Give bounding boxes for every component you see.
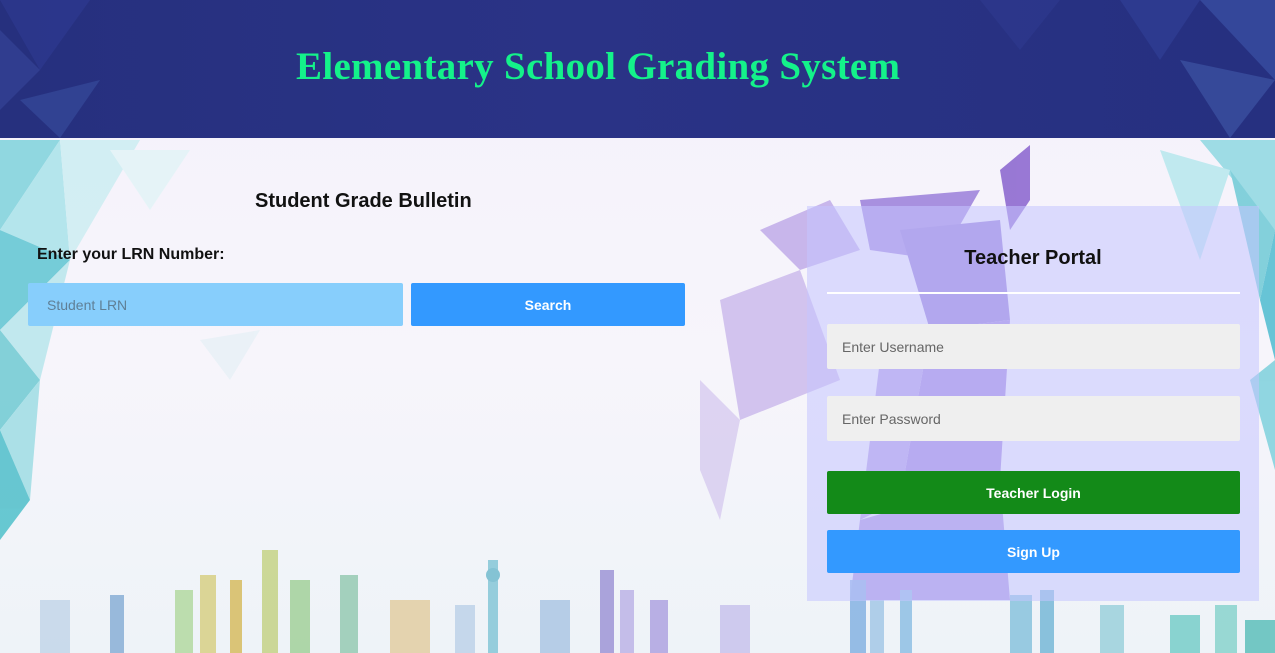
teacher-portal-panel: Teacher Portal Teacher Login Sign Up <box>807 206 1259 601</box>
page-title: Elementary School Grading System <box>296 45 901 88</box>
page-header: Elementary School Grading System <box>0 0 1275 138</box>
lrn-input[interactable] <box>28 283 403 326</box>
sign-up-button[interactable]: Sign Up <box>827 530 1240 573</box>
search-button[interactable]: Search <box>411 283 685 326</box>
lrn-label: Enter your LRN Number: <box>37 246 225 263</box>
student-section-title: Student Grade Bulletin <box>255 190 472 212</box>
portal-divider <box>827 292 1240 294</box>
teacher-login-button[interactable]: Teacher Login <box>827 471 1240 514</box>
password-input[interactable] <box>827 396 1240 441</box>
username-input[interactable] <box>827 324 1240 369</box>
left-lowpoly-decoration <box>0 140 260 540</box>
teacher-portal-title: Teacher Portal <box>964 247 1102 269</box>
